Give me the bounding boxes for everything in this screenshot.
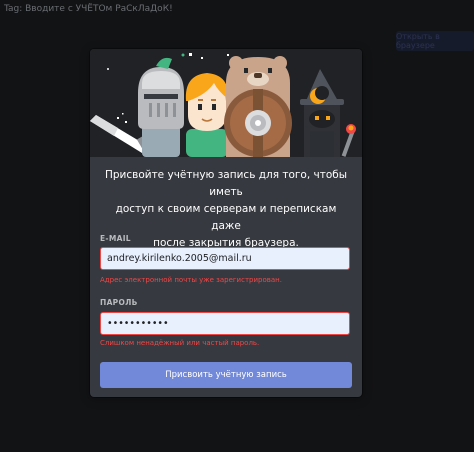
email-error: Адрес электронной почты уже зарегистриро…: [100, 276, 282, 284]
claim-account-description: Присвойте учётную запись для того, чтобы…: [104, 167, 348, 252]
email-label: E-MAIL: [100, 234, 131, 243]
knight-character: [138, 57, 184, 157]
hero-illustration: [90, 49, 362, 157]
claim-account-modal: Присвойте учётную запись для того, чтобы…: [90, 49, 362, 397]
email-field[interactable]: [100, 247, 350, 270]
description-line: доступ к своим серверам и перепискам даж…: [115, 203, 337, 232]
description-line: Присвойте учётную запись для того, чтобы…: [104, 169, 348, 198]
window-title: Tag: Вводите с УЧЁТОм РаСкЛаДоК!: [4, 4, 173, 14]
torch: [341, 124, 356, 157]
blonde-character: [185, 73, 229, 157]
bear-with-shield-character: [224, 56, 292, 157]
password-label: ПАРОЛЬ: [100, 298, 138, 307]
claim-account-button[interactable]: Присвоить учётную запись: [100, 362, 352, 388]
wizard-character: [300, 69, 344, 157]
password-field[interactable]: •••••••••••: [100, 312, 350, 335]
password-error: Слишком ненадёжный или частый пароль.: [100, 339, 260, 347]
window-titlebar: Tag: Вводите с УЧЁТОм РаСкЛаДоК!: [0, 0, 474, 20]
open-in-browser-button[interactable]: Открыть в браузере: [396, 31, 474, 51]
